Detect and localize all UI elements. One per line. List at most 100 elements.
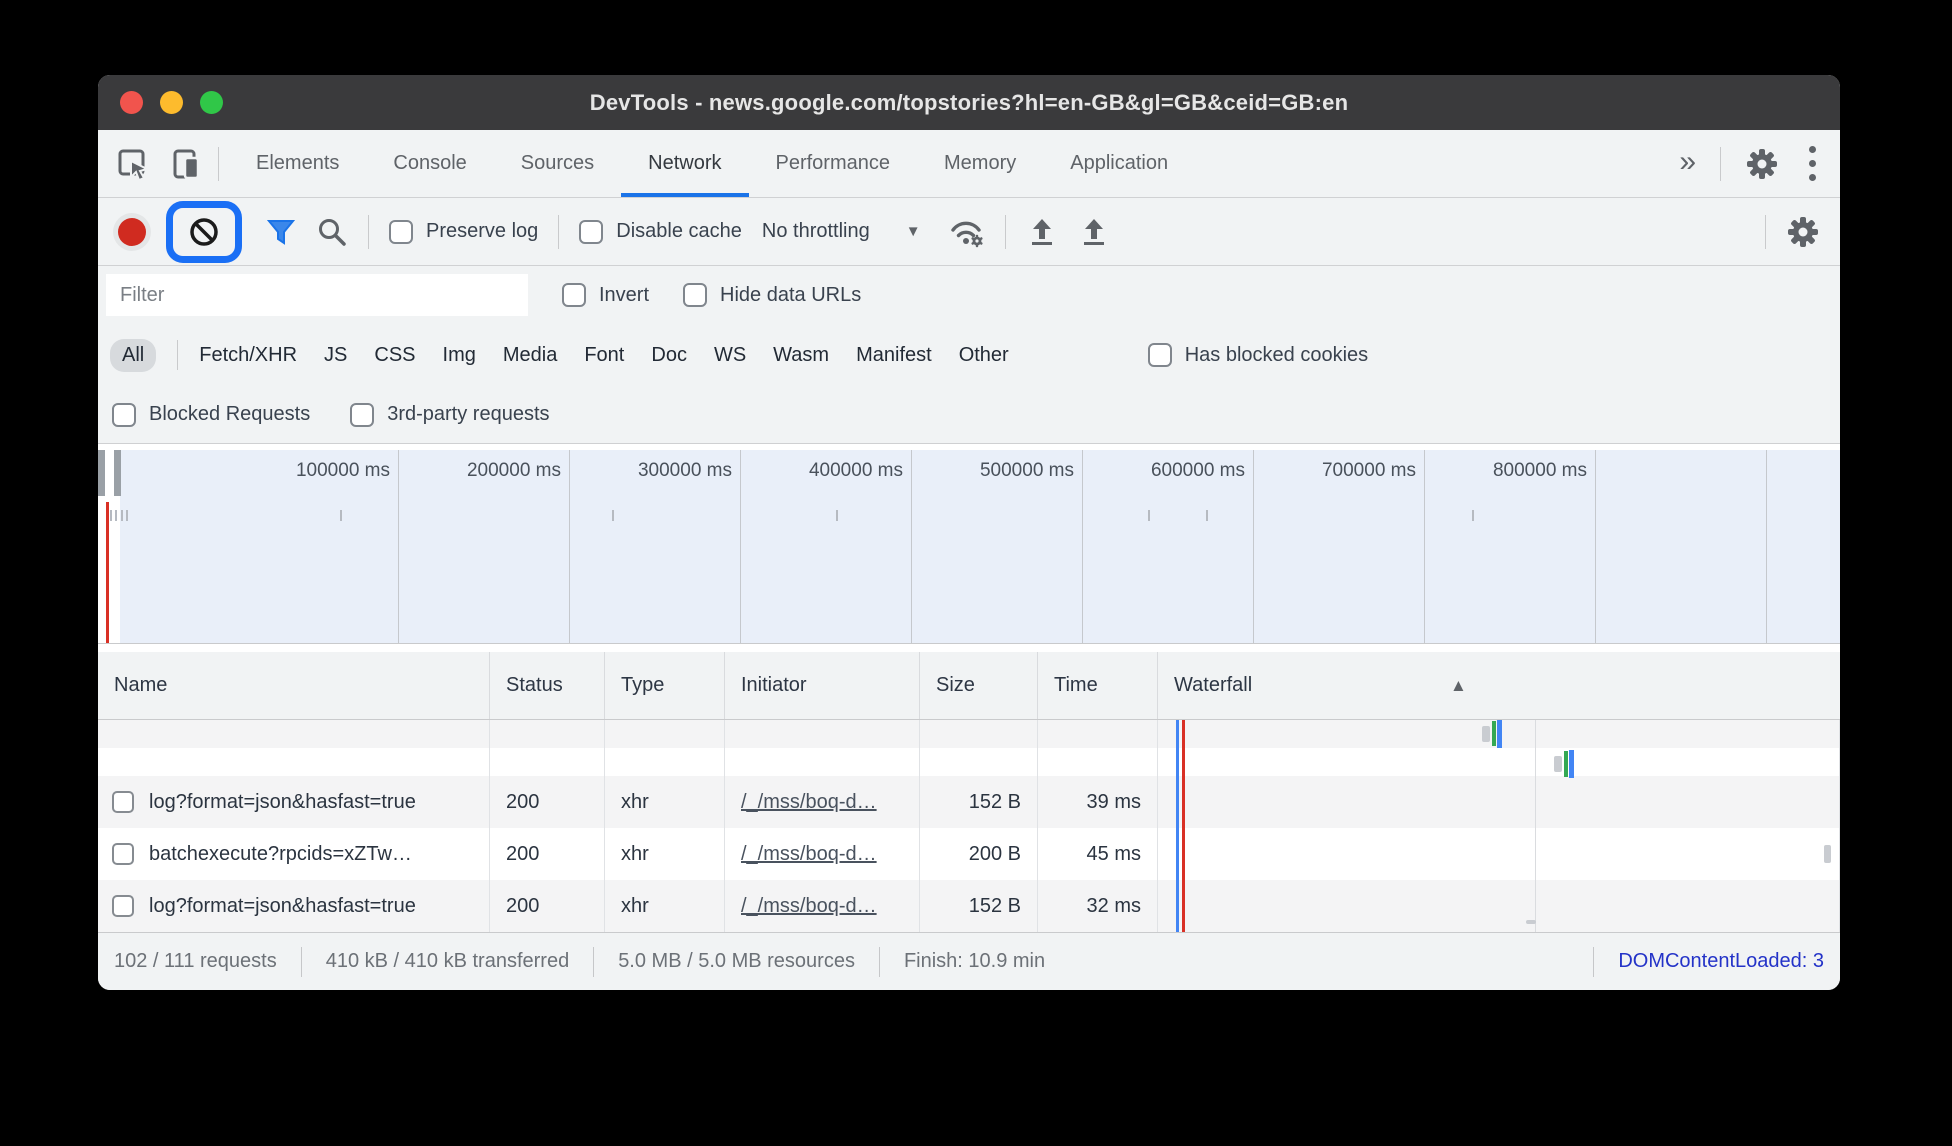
network-overview-timeline[interactable]: 100000 ms 200000 ms 300000 ms 400000 ms …: [98, 444, 1840, 644]
settings-gear-icon[interactable]: [1745, 147, 1779, 181]
resources-size: 5.0 MB / 5.0 MB resources: [618, 950, 855, 972]
chip-divider: [177, 340, 179, 370]
table-row[interactable]: log?format=json&hasfast=true 200 xhr /_/…: [98, 776, 1840, 828]
filter-chip-ws[interactable]: WS: [714, 344, 746, 367]
devtools-tab-bar: Elements Console Sources Network Perform…: [98, 130, 1840, 198]
row-checkbox[interactable]: [112, 791, 134, 813]
status-bar: 102 / 111 requests 410 kB / 410 kB trans…: [98, 932, 1840, 990]
has-blocked-cookies-checkbox[interactable]: [1147, 343, 1172, 367]
initiator-link[interactable]: /_/mss/boq-d…: [741, 843, 877, 866]
close-window-button[interactable]: [120, 91, 143, 114]
initiator-link[interactable]: /_/mss/boq-d…: [741, 791, 877, 814]
request-size: 152 B: [920, 880, 1038, 932]
column-header-waterfall[interactable]: Waterfall: [1158, 652, 1840, 719]
table-row[interactable]: batchexecute?rpcids=xZTw… 200 xhr /_/mss…: [98, 828, 1840, 880]
throttling-dropdown[interactable]: No throttling ▼: [762, 220, 921, 243]
request-name: log?format=json&hasfast=true: [149, 790, 416, 813]
filter-chip-css[interactable]: CSS: [374, 344, 415, 367]
row-checkbox[interactable]: [112, 895, 134, 917]
invert-checkbox[interactable]: [562, 283, 586, 307]
hide-data-urls-checkbox[interactable]: [683, 283, 708, 307]
filter-chip-img[interactable]: Img: [443, 344, 476, 367]
search-icon[interactable]: [316, 216, 348, 248]
minimize-window-button[interactable]: [160, 91, 183, 114]
timeline-tick-label: 700000 ms: [1321, 460, 1416, 481]
chevron-down-icon: ▼: [905, 223, 921, 240]
device-toolbar-icon[interactable]: [170, 147, 204, 181]
network-settings-gear-icon[interactable]: [1786, 215, 1820, 249]
row-checkbox[interactable]: [112, 843, 134, 865]
timeline-activity-tick: [1472, 510, 1474, 521]
request-size: 200 B: [920, 828, 1038, 880]
status-divider: [300, 946, 302, 977]
inspect-element-icon[interactable]: [116, 147, 150, 181]
clear-network-log-icon[interactable]: [188, 216, 220, 248]
filter-chip-doc[interactable]: Doc: [651, 344, 687, 367]
request-status: 200: [490, 828, 605, 880]
sort-ascending-icon[interactable]: ▲: [1450, 676, 1467, 696]
request-size: 152 B: [920, 776, 1038, 828]
tab-sources[interactable]: Sources: [494, 130, 621, 197]
timeline-activity-tick: [126, 510, 128, 521]
timeline-activity-tick: [121, 510, 123, 521]
devtools-window: DevTools - news.google.com/topstories?hl…: [98, 75, 1840, 990]
more-tabs-icon[interactable]: »: [1679, 146, 1696, 181]
tab-console[interactable]: Console: [366, 130, 493, 197]
filter-input[interactable]: [106, 274, 528, 316]
toolbar-divider: [1004, 214, 1006, 249]
filter-chip-all[interactable]: All: [110, 338, 157, 372]
preserve-log-checkbox[interactable]: [389, 219, 413, 244]
timeline-activity-tick: [1148, 510, 1150, 521]
tab-application[interactable]: Application: [1043, 130, 1195, 197]
record-network-log-button[interactable]: [118, 217, 146, 246]
zoom-window-button[interactable]: [200, 91, 223, 114]
import-har-icon[interactable]: [1026, 216, 1058, 248]
tab-memory[interactable]: Memory: [917, 130, 1043, 197]
timeline-load-marker: [106, 502, 109, 643]
filter-chip-font[interactable]: Font: [584, 344, 624, 367]
blocked-requests-label: Blocked Requests: [149, 403, 311, 425]
preserve-log-label: Preserve log: [426, 220, 539, 242]
dom-content-loaded-time: DOMContentLoaded: 3: [1618, 950, 1824, 972]
network-conditions-icon[interactable]: [949, 216, 985, 248]
filter-chip-wasm[interactable]: Wasm: [773, 344, 829, 367]
filter-chip-media[interactable]: Media: [503, 344, 557, 367]
timeline-brush-handle[interactable]: [114, 450, 121, 496]
customize-devtools-icon[interactable]: [1803, 146, 1822, 181]
disable-cache-checkbox[interactable]: [579, 219, 604, 244]
filter-chip-manifest[interactable]: Manifest: [856, 344, 932, 367]
transferred-size: 410 kB / 410 kB transferred: [325, 950, 570, 972]
column-header-type[interactable]: Type: [605, 652, 725, 719]
tab-performance[interactable]: Performance: [749, 130, 918, 197]
timeline-brush-handle[interactable]: [98, 450, 105, 496]
tab-network[interactable]: Network: [621, 130, 748, 197]
column-header-size[interactable]: Size: [920, 652, 1038, 719]
timeline-tick-label: 200000 ms: [466, 460, 561, 481]
third-party-requests-checkbox[interactable]: [350, 402, 375, 427]
timeline-activity-tick: [110, 510, 112, 521]
timeline-gridline: [1595, 450, 1596, 643]
table-row[interactable]: log?format=json&hasfast=true 200 xhr /_/…: [98, 880, 1840, 932]
filter-chip-other[interactable]: Other: [959, 344, 1009, 367]
filter-chip-fetch-xhr[interactable]: Fetch/XHR: [199, 344, 297, 367]
tab-elements[interactable]: Elements: [229, 130, 366, 197]
status-divider: [593, 946, 595, 977]
filter-chip-js[interactable]: JS: [324, 344, 347, 367]
column-header-initiator[interactable]: Initiator: [725, 652, 920, 719]
timeline-activity-tick: [612, 510, 614, 521]
timeline-tick-label: 100000 ms: [295, 460, 390, 481]
column-header-status[interactable]: Status: [490, 652, 605, 719]
filter-funnel-icon[interactable]: [266, 217, 296, 247]
title-bar: DevTools - news.google.com/topstories?hl…: [98, 75, 1840, 130]
request-type: xhr: [605, 880, 725, 932]
toolbar-divider: [1720, 146, 1721, 181]
network-toolbar: Preserve log Disable cache No throttling…: [98, 198, 1840, 266]
blocked-requests-checkbox[interactable]: [112, 402, 136, 427]
column-header-name[interactable]: Name: [98, 652, 490, 719]
export-har-icon[interactable]: [1078, 216, 1110, 248]
clear-button-highlight: [166, 200, 242, 263]
column-header-time[interactable]: Time: [1038, 652, 1158, 719]
initiator-link[interactable]: /_/mss/boq-d…: [741, 895, 877, 918]
hide-data-urls-label: Hide data URLs: [720, 283, 862, 306]
timeline-activity-tick: [115, 510, 117, 521]
